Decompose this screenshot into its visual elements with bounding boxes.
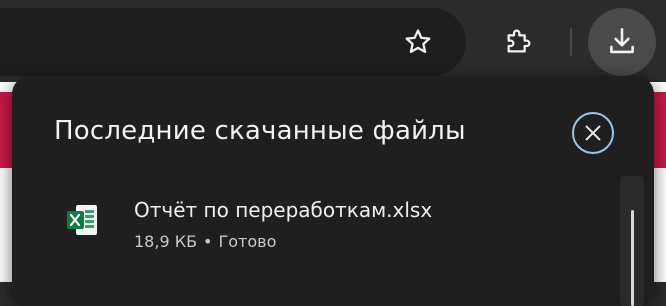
meta-separator: • xyxy=(203,232,213,251)
toolbar-separator xyxy=(570,28,572,56)
puzzle-icon xyxy=(507,29,531,53)
download-filename[interactable]: Отчёт по переработкам.xlsx xyxy=(134,198,432,222)
downloads-button[interactable] xyxy=(588,8,656,76)
extensions-button[interactable] xyxy=(496,22,540,62)
download-icon xyxy=(610,27,634,54)
download-status: Готово xyxy=(218,232,277,251)
downloads-flyout: Последние скачанные файлы Отчёт по перер… xyxy=(12,76,654,306)
downloads-title: Последние скачанные файлы xyxy=(54,116,466,146)
browser-toolbar xyxy=(0,0,666,82)
close-icon xyxy=(585,125,601,141)
excel-file-icon xyxy=(67,205,97,235)
close-button[interactable] xyxy=(572,112,614,154)
download-size: 18,9 КБ xyxy=(134,232,198,251)
address-bar[interactable] xyxy=(0,8,466,76)
scrollbar-thumb[interactable] xyxy=(631,210,634,306)
download-item[interactable]: Отчёт по переработкам.xlsx 18,9 КБ • Готов… xyxy=(42,190,602,260)
favorite-button[interactable] xyxy=(398,22,438,62)
scrollbar[interactable] xyxy=(620,176,644,306)
star-outline-icon xyxy=(405,29,431,53)
download-meta: 18,9 КБ • Готово xyxy=(134,232,276,251)
